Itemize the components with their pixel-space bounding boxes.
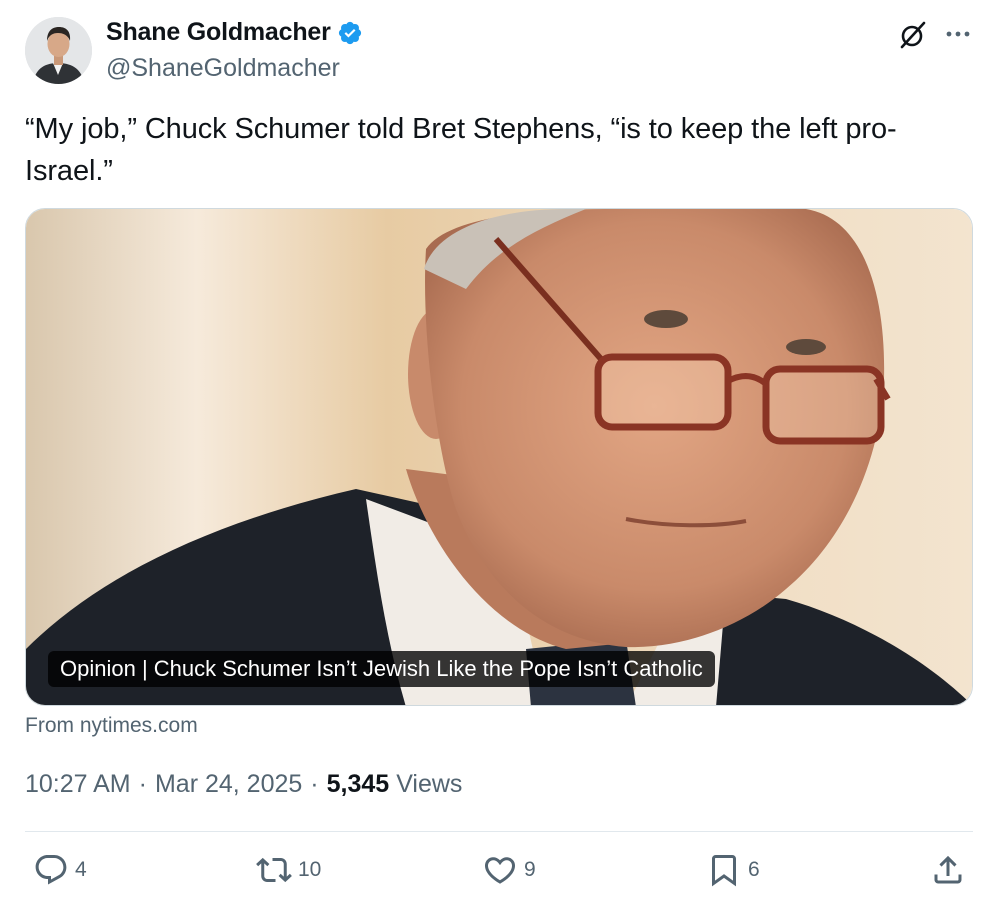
tweet-meta: 10:27 AM · Mar 24, 2025 · 5,345 Views [25, 770, 462, 799]
retweet-count: 10 [298, 858, 322, 881]
card-photo [26, 209, 972, 705]
tweet-date[interactable]: Mar 24, 2025 [155, 770, 302, 799]
views-label: Views [396, 770, 463, 798]
bookmark-icon [712, 855, 736, 887]
display-name[interactable]: Shane Goldmacher [106, 18, 331, 47]
name-row: Shane Goldmacher [106, 18, 363, 47]
tweet: Shane Goldmacher @ShaneGoldmacher “My jo… [0, 0, 1000, 910]
separator-dot: · [138, 770, 147, 798]
views-count: 5,345 [326, 770, 390, 798]
retweet-icon [256, 857, 292, 883]
heart-icon [484, 857, 516, 884]
share-icon [934, 855, 962, 884]
card-title: Opinion | Chuck Schumer Isn’t Jewish Lik… [48, 651, 715, 687]
avatar[interactable] [25, 17, 92, 84]
like-count: 9 [524, 858, 536, 881]
bookmark-count: 6 [748, 858, 760, 881]
tweet-time[interactable]: 10:27 AM [25, 770, 131, 799]
verified-badge-icon [338, 21, 361, 44]
like-button[interactable]: 9 [482, 852, 536, 888]
divider [25, 831, 973, 832]
reply-icon [35, 855, 67, 885]
tweet-text: “My job,” Chuck Schumer told Bret Stephe… [25, 113, 897, 187]
bookmark-button[interactable]: 6 [706, 852, 760, 888]
grok-icon[interactable] [898, 20, 928, 50]
more-icon[interactable] [944, 22, 972, 46]
reply-button[interactable]: 4 [33, 852, 87, 888]
avatar-image [25, 17, 92, 84]
card-source[interactable]: From nytimes.com [25, 714, 198, 738]
retweet-button[interactable]: 10 [256, 852, 321, 888]
link-card[interactable]: Opinion | Chuck Schumer Isn’t Jewish Lik… [25, 208, 973, 706]
separator-dot: · [310, 770, 319, 798]
handle[interactable]: @ShaneGoldmacher [106, 54, 340, 83]
share-button[interactable] [930, 852, 966, 888]
reply-count: 4 [75, 858, 87, 881]
